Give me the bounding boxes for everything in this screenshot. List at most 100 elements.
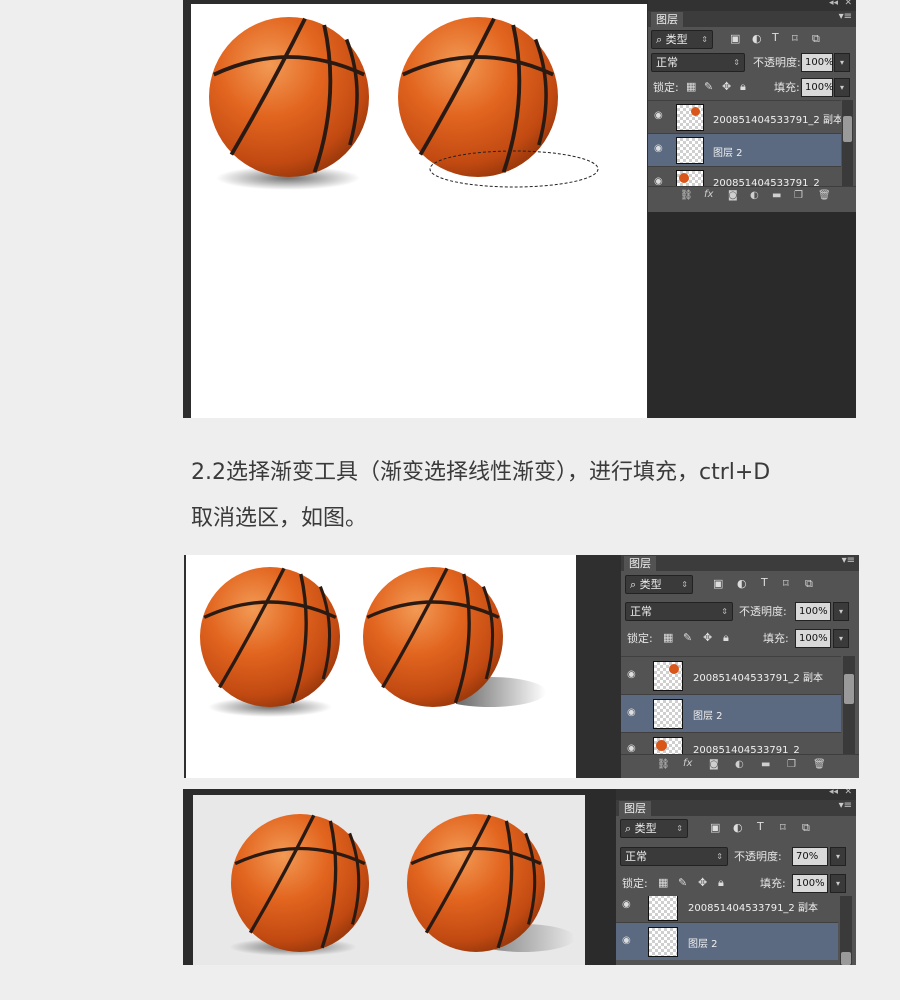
adjustment-icon[interactable]: ◐ [750, 190, 759, 201]
lock-all-icon[interactable]: 🔒︎ [718, 876, 724, 890]
panel-menu-icon[interactable]: ▾≡ [839, 800, 852, 811]
tab-layers[interactable]: 图层 [624, 556, 656, 571]
blend-mode-select[interactable]: 正常 ⇕ [651, 53, 745, 72]
layer-name: 200851404533791_2 副本 [688, 903, 818, 914]
link-icon[interactable]: ⛓ [680, 190, 693, 201]
lock-all-icon[interactable]: 🔒︎ [740, 80, 746, 94]
lock-brush-icon[interactable]: ✎ [678, 876, 687, 889]
opacity-input[interactable]: 70% [792, 847, 828, 866]
shape-filter-icon[interactable]: ⌑ [780, 821, 786, 834]
eye-icon[interactable]: ◉ [622, 899, 631, 910]
eye-icon[interactable]: ◉ [627, 669, 636, 680]
collapse-icon[interactable]: ◂◂ [829, 789, 838, 797]
close-icon[interactable]: ✕ [844, 789, 852, 797]
search-icon: ⌕ [656, 33, 666, 46]
trash-icon[interactable]: 🗑︎ [813, 759, 826, 770]
canvas-2[interactable] [186, 555, 576, 778]
folder-icon[interactable]: ▬ [761, 759, 770, 770]
smart-object-filter-icon[interactable]: ⧉ [802, 821, 810, 835]
fill-label: 填充: [763, 632, 789, 645]
opacity-input[interactable]: 100% [795, 602, 831, 621]
new-layer-icon[interactable]: ❐ [794, 190, 803, 201]
link-icon[interactable]: ⛓ [657, 759, 670, 770]
fill-dropdown[interactable]: ▾ [830, 874, 846, 893]
fill-input[interactable]: 100% [795, 629, 831, 648]
type-filter-icon[interactable]: T [761, 576, 768, 589]
panel-menu-icon[interactable]: ▾≡ [839, 11, 852, 22]
image-filter-icon[interactable]: ▣ [710, 821, 720, 834]
layer-thumbnail [648, 927, 678, 957]
shape-filter-icon[interactable]: ⌑ [783, 577, 789, 590]
layer-row[interactable]: ◉ 200851404533791_2 [648, 166, 841, 186]
eye-icon[interactable]: ◉ [654, 176, 663, 186]
lock-move-icon[interactable]: ✥ [703, 631, 712, 644]
fill-dropdown[interactable]: ▾ [834, 78, 850, 97]
eye-icon[interactable]: ◉ [627, 707, 636, 718]
blend-mode-select[interactable]: 正常 ⇕ [620, 847, 728, 866]
opacity-input[interactable]: 100% [801, 53, 834, 72]
lock-transparency-icon[interactable]: ▦ [663, 631, 673, 644]
kind-filter-select[interactable]: ⌕ 类型 ⇕ [625, 575, 693, 594]
tab-layers[interactable]: 图层 [651, 12, 683, 27]
eye-icon[interactable]: ◉ [654, 110, 663, 121]
screenshot-3: ◂◂ ✕ 图层 ▾≡ ⌕ 类型 ⇕ ▣ ◐ T ⌑ ⧉ 正常 ⇕ 不透明度: 70%… [183, 789, 856, 965]
panel-menu-icon[interactable]: ▾≡ [842, 555, 855, 566]
adjustment-filter-icon[interactable]: ◐ [733, 821, 743, 834]
mask-icon[interactable]: ◙ [728, 190, 738, 201]
tab-layers[interactable]: 图层 [619, 801, 651, 816]
fx-icon[interactable]: fx [704, 189, 713, 200]
canvas-3[interactable] [193, 795, 585, 965]
layer-row[interactable]: ◉ 200851404533791_2 副本 [616, 896, 838, 922]
layer-row[interactable]: ◉ 200851404533791_2 [621, 732, 841, 754]
fill-input[interactable]: 100% [801, 78, 834, 97]
close-icon[interactable]: ✕ [844, 0, 852, 8]
lock-transparency-icon[interactable]: ▦ [658, 876, 668, 889]
fill-dropdown[interactable]: ▾ [833, 629, 849, 648]
layer-row-selected[interactable]: ◉ 图层 2 [616, 922, 838, 960]
adjustment-icon[interactable]: ◐ [735, 759, 744, 770]
image-filter-icon[interactable]: ▣ [730, 32, 740, 45]
fill-input[interactable]: 100% [792, 874, 828, 893]
layers-panel-1: ◂◂ ✕ 图层 ▾≡ ⌕ 类型 ⇕ ▣ ◐ T ⌑ ⧉ 正常 ⇕ 不透明度: 100… [648, 0, 856, 212]
panel-topbar: ◂◂ ✕ [616, 789, 856, 800]
opacity-dropdown[interactable]: ▾ [834, 53, 850, 72]
eye-icon[interactable]: ◉ [654, 143, 663, 154]
layer-row[interactable]: ◉ 200851404533791_2 副本 [621, 656, 841, 694]
shape-filter-icon[interactable]: ⌑ [792, 32, 798, 45]
lock-move-icon[interactable]: ✥ [722, 80, 731, 93]
lock-brush-icon[interactable]: ✎ [683, 631, 692, 644]
eye-icon[interactable]: ◉ [622, 935, 631, 946]
kind-filter-select[interactable]: ⌕ 类型 ⇕ [651, 30, 713, 49]
canvas-1[interactable] [191, 4, 647, 418]
lock-move-icon[interactable]: ✥ [698, 876, 707, 889]
image-filter-icon[interactable]: ▣ [713, 577, 723, 590]
folder-icon[interactable]: ▬ [772, 190, 781, 201]
opacity-dropdown[interactable]: ▾ [833, 602, 849, 621]
new-layer-icon[interactable]: ❐ [787, 759, 796, 770]
opacity-dropdown[interactable]: ▾ [830, 847, 846, 866]
lock-transparency-icon[interactable]: ▦ [686, 80, 696, 93]
smart-object-filter-icon[interactable]: ⧉ [812, 32, 820, 46]
layer-row-selected[interactable]: ◉ 图层 2 [621, 694, 841, 732]
layer-row[interactable]: ◉ 200851404533791_2 副本 [648, 100, 841, 133]
trash-icon[interactable]: 🗑︎ [818, 190, 831, 201]
lock-brush-icon[interactable]: ✎ [704, 80, 713, 93]
mask-icon[interactable]: ◙ [709, 759, 719, 770]
layer-scrollbar[interactable] [840, 896, 852, 965]
adjustment-filter-icon[interactable]: ◐ [752, 32, 762, 45]
type-filter-icon[interactable]: T [757, 820, 764, 833]
eye-icon[interactable]: ◉ [627, 743, 636, 754]
type-filter-icon[interactable]: T [772, 31, 779, 44]
blend-mode-select[interactable]: 正常 ⇕ [625, 602, 733, 621]
smart-object-filter-icon[interactable]: ⧉ [805, 577, 813, 591]
fill-label: 填充: [774, 81, 800, 94]
opacity-label: 不透明度: [753, 56, 801, 69]
collapse-icon[interactable]: ◂◂ [829, 0, 838, 8]
layer-row-selected[interactable]: ◉ 图层 2 [648, 133, 841, 166]
lock-all-icon[interactable]: 🔒︎ [723, 631, 729, 645]
adjustment-filter-icon[interactable]: ◐ [737, 577, 747, 590]
kind-filter-select[interactable]: ⌕ 类型 ⇕ [620, 819, 688, 838]
layer-scrollbar[interactable] [842, 100, 853, 186]
fx-icon[interactable]: fx [683, 758, 692, 769]
layer-scrollbar[interactable] [843, 656, 855, 754]
